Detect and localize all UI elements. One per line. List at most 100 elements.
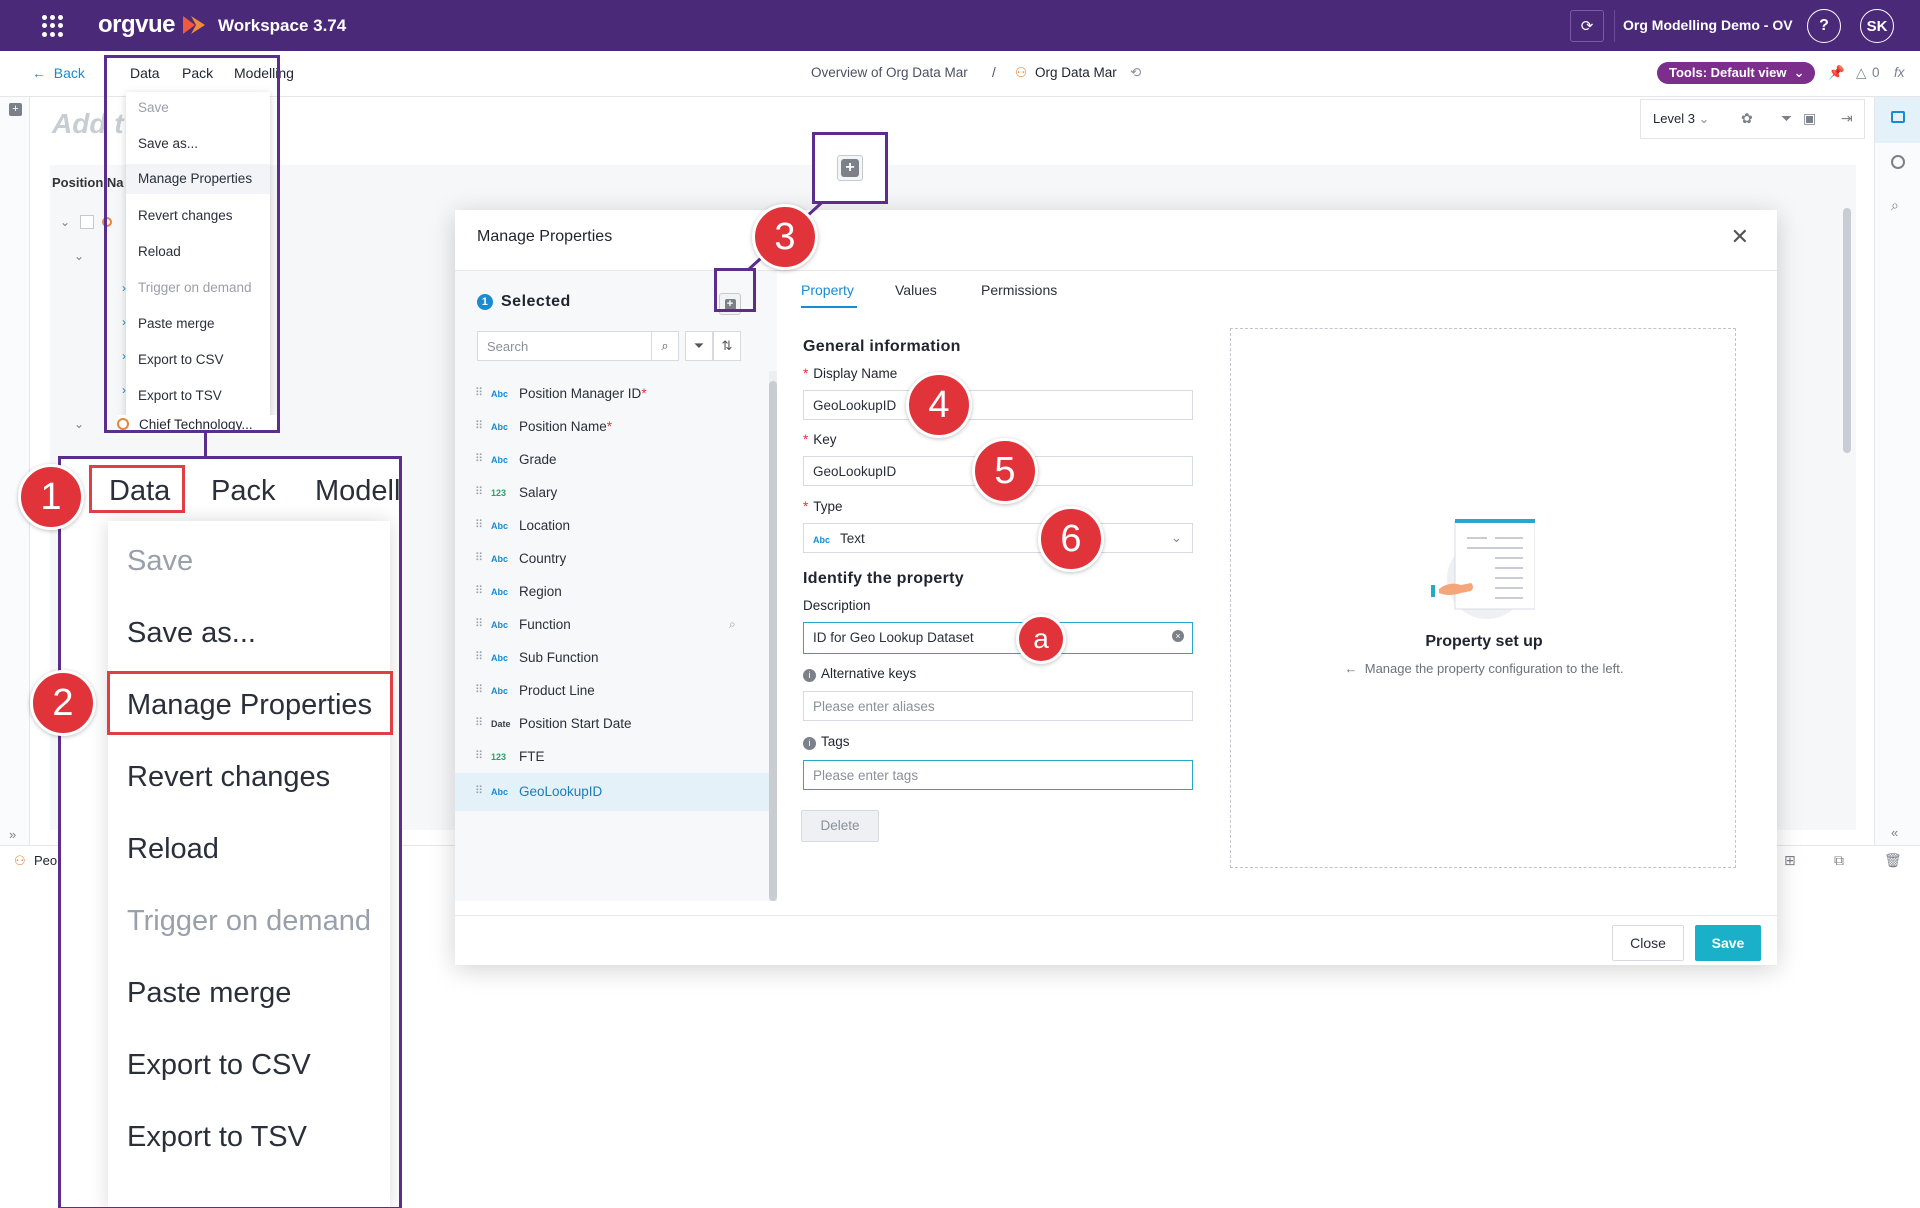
add-icon[interactable]: ⊞ (1784, 852, 1796, 869)
avatar[interactable]: SK (1860, 9, 1894, 43)
property-geolookupid[interactable]: ⠿ Abc GeoLookupID (455, 773, 769, 811)
type-badge: 123 (491, 488, 507, 498)
drag-handle-icon[interactable]: ⠿ (475, 551, 483, 564)
drag-handle-icon[interactable]: ⠿ (475, 452, 483, 465)
close-button[interactable]: Close (1612, 925, 1684, 961)
circle-icon[interactable] (1891, 155, 1905, 169)
lookup-icon: ⌕ (729, 617, 736, 631)
export-icon[interactable]: ⇥ (1841, 110, 1853, 127)
property-salary[interactable]: ⠿ 123 Salary (455, 476, 769, 510)
type-badge: Abc (491, 422, 509, 432)
selected-count: 1 (477, 294, 493, 310)
expand-icon[interactable]: » (9, 827, 16, 842)
background-scrollbar[interactable] (1843, 208, 1851, 453)
alt-keys-input[interactable]: Please enter aliases (803, 691, 1193, 721)
property-name: Country (519, 551, 567, 566)
drag-handle-icon[interactable]: ⠿ (475, 518, 483, 531)
tab-property[interactable]: Property (801, 282, 854, 298)
description-input[interactable]: ID for Geo Lookup Dataset × (803, 622, 1193, 654)
property-name: Sub Function (519, 650, 599, 665)
breadcrumb-dataset[interactable]: Org Data Mar (1035, 65, 1117, 80)
property-grade[interactable]: ⠿ Abc Grade (455, 443, 769, 477)
bottom-tab-label[interactable]: Peo (34, 853, 57, 868)
arrow-left-icon: ← (32, 65, 46, 81)
tools-view-label: Tools: Default view (1669, 65, 1787, 80)
step-badge-6: 6 (1038, 506, 1104, 572)
tools-view-dropdown[interactable]: Tools: Default view ⌄ (1657, 62, 1815, 84)
level-select[interactable]: Level 3 ⌄ (1653, 111, 1709, 127)
property-function[interactable]: ⠿ Abc Function ⌕ (455, 608, 769, 642)
drag-handle-icon[interactable]: ⠿ (475, 749, 483, 762)
drag-handle-icon[interactable]: ⠿ (475, 784, 483, 797)
drag-handle-icon[interactable]: ⠿ (475, 716, 483, 729)
save-button[interactable]: Save (1695, 925, 1761, 961)
display-name-label-text: Display Name (813, 366, 898, 381)
property-location[interactable]: ⠿ Abc Location (455, 509, 769, 543)
setup-subtitle-text: Manage the property configuration to the… (1364, 661, 1624, 676)
drag-handle-icon[interactable]: ⠿ (475, 386, 483, 399)
tab-values[interactable]: Values (895, 282, 937, 298)
sync-icon: ⟳ (1580, 18, 1594, 35)
drag-handle-icon[interactable]: ⠿ (475, 617, 483, 630)
panel-tab-active[interactable] (1875, 97, 1920, 143)
app-grid-icon[interactable] (42, 15, 64, 37)
property-sub-function[interactable]: ⠿ Abc Sub Function (455, 641, 769, 675)
type-select[interactable]: Abc Text ⌄ (803, 523, 1193, 553)
filter-button[interactable]: ⏷ (685, 331, 713, 361)
tab-permissions[interactable]: Permissions (981, 282, 1057, 298)
zoom-item-save-as: Save as... (127, 617, 256, 649)
refresh-icon[interactable]: ⟲ (1130, 65, 1141, 81)
chevron-down-icon[interactable]: ⌄ (60, 215, 70, 229)
key-label: * Key (803, 432, 837, 447)
clear-icon[interactable]: × (1172, 630, 1184, 642)
display-name-input[interactable]: GeoLookupID (803, 390, 1193, 420)
help-button[interactable]: ? (1807, 9, 1841, 43)
divider (455, 915, 1777, 916)
breadcrumb-overview[interactable]: Overview of Org Data Mar (811, 65, 968, 80)
layers-icon[interactable]: ▣ (1803, 110, 1816, 127)
collapse-icon[interactable]: « (1891, 825, 1898, 840)
copy-icon[interactable]: ⧉ (1834, 852, 1844, 869)
palette-icon[interactable]: ✿ (1741, 110, 1753, 127)
search-icon[interactable]: ⌕ (1891, 197, 1899, 214)
back-button[interactable]: ← Back (32, 65, 85, 81)
tags-input[interactable]: Please enter tags (803, 760, 1193, 790)
drag-handle-icon[interactable]: ⠿ (475, 650, 483, 663)
drag-handle-icon[interactable]: ⠿ (475, 419, 483, 432)
sort-button[interactable]: ⇅ (713, 331, 741, 361)
document-illustration-icon (1431, 519, 1535, 619)
type-badge: Abc (491, 554, 509, 564)
formula-icon[interactable]: fx (1894, 65, 1905, 80)
property-country[interactable]: ⠿ Abc Country (455, 542, 769, 576)
delete-button[interactable]: Delete (801, 810, 879, 842)
drag-handle-icon[interactable]: ⠿ (475, 683, 483, 696)
chevron-down-icon[interactable]: ⌄ (74, 249, 84, 263)
property-position-start-date[interactable]: ⠿ Date Position Start Date (455, 707, 769, 741)
org-demo-label[interactable]: Org Modelling Demo - OV (1623, 17, 1793, 33)
trash-icon[interactable]: 🗑 (1884, 852, 1902, 869)
property-product-line[interactable]: ⠿ Abc Product Line (455, 674, 769, 708)
search-button[interactable]: ⌕ (651, 331, 679, 361)
property-position-name[interactable]: ⠿ Abc Position Name* (455, 410, 769, 444)
drag-handle-icon[interactable]: ⠿ (475, 485, 483, 498)
pin-icon[interactable]: 📌 (1828, 65, 1845, 81)
row-checkbox[interactable] (80, 215, 94, 229)
close-icon[interactable]: ✕ (1731, 224, 1749, 250)
search-input[interactable]: Search (477, 331, 652, 361)
drag-handle-icon[interactable]: ⠿ (475, 584, 483, 597)
info-icon: i (803, 669, 816, 682)
person-icon: ⚇ (1015, 65, 1028, 80)
filter-icon[interactable]: ⏷ (1781, 110, 1792, 127)
property-position-manager-id[interactable]: ⠿ Abc Position Manager ID* (455, 377, 769, 411)
identify-heading: Identify the property (803, 570, 964, 587)
chevron-down-icon[interactable]: ⌄ (74, 417, 84, 431)
add-icon[interactable]: + (9, 103, 22, 116)
required-mark: * (803, 366, 809, 381)
warning-icon[interactable]: △ (1856, 65, 1866, 81)
property-fte[interactable]: ⠿ 123 FTE (455, 740, 769, 774)
type-badge: Abc (491, 787, 509, 797)
scrollbar-thumb[interactable] (769, 381, 777, 901)
type-label-text: Type (813, 499, 843, 514)
property-region[interactable]: ⠿ Abc Region (455, 575, 769, 609)
sync-button[interactable]: ⟳ (1570, 10, 1604, 42)
